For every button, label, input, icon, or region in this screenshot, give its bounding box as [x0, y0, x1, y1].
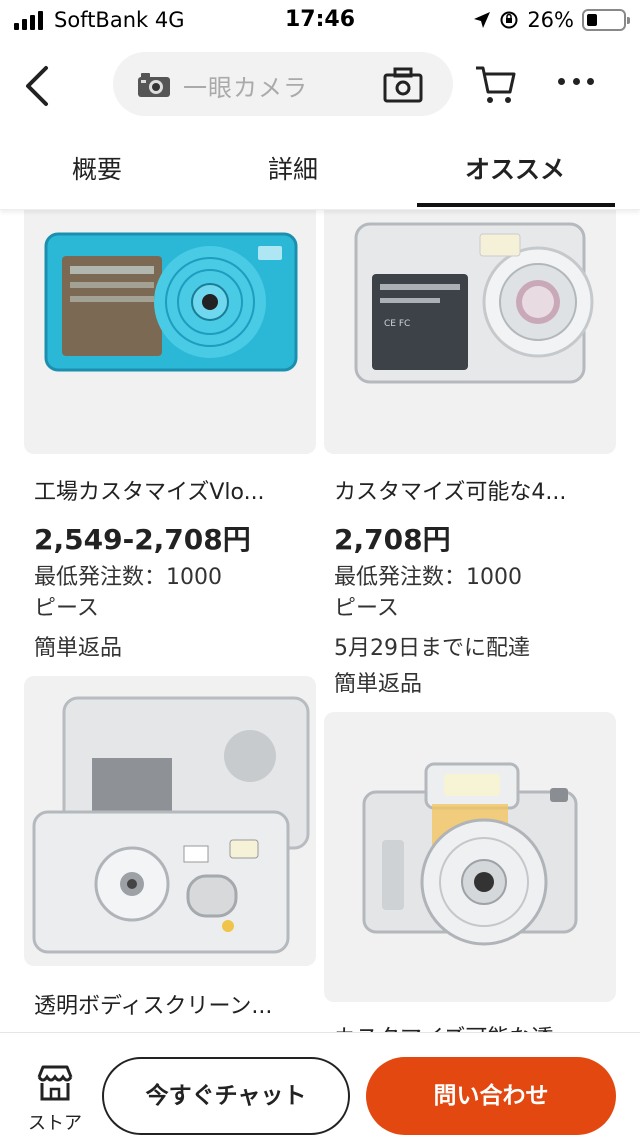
back-icon [26, 66, 48, 106]
camera-icon [138, 73, 170, 97]
section-tabs: 概要 詳細 オススメ [0, 128, 640, 210]
inquiry-button[interactable]: 問い合わせ [366, 1057, 616, 1135]
product-image[interactable] [24, 210, 316, 454]
store-icon [37, 1065, 73, 1101]
more-icon [558, 78, 565, 85]
active-tab-indicator [417, 203, 615, 207]
product-image[interactable] [324, 712, 616, 1002]
chat-now-button[interactable]: 今すぐチャット [102, 1057, 350, 1135]
product-moq: 最低発注数：1000 ピース [334, 565, 522, 621]
image-search-button[interactable] [383, 67, 423, 103]
tab-recommended[interactable]: オススメ [465, 150, 565, 186]
more-button[interactable] [558, 78, 594, 88]
teal-camera-image [44, 232, 298, 372]
battery-icon [582, 9, 630, 31]
back-button[interactable] [18, 62, 58, 110]
product-title[interactable]: カスタマイズ可能な透... [334, 1020, 574, 1032]
cart-button[interactable] [474, 62, 518, 106]
product-price: 2,549-2,708円 [34, 523, 251, 556]
clear-disposable-camera-image [32, 696, 310, 954]
top-nav: 一眼カメラ [0, 48, 640, 124]
battery-percent: 26% [527, 8, 574, 32]
product-moq: 最低発注数：1000 ピース [34, 565, 222, 621]
recommended-products: 工場カスタマイズVlo... 2,549-2,708円 最低発注数：1000 ピ… [0, 210, 640, 1032]
clear-camera-image: CE FC [354, 222, 594, 384]
product-image[interactable] [24, 676, 316, 966]
product-card[interactable]: CE FC カスタマイズ可能な4... 2,708円 最低発注数：1000 ピー… [320, 210, 640, 706]
product-title[interactable]: 工場カスタマイズVlo... [34, 474, 265, 506]
product-title[interactable]: カスタマイズ可能な4... [334, 474, 566, 506]
status-bar: SoftBank 4G 17:46 26% [0, 0, 640, 42]
store-label: ストア [28, 1113, 82, 1134]
svg-text:CE FC: CE FC [384, 319, 410, 329]
easy-return-label: 簡単返品 [34, 636, 123, 661]
delivery-label: 5月29日までに配達 [334, 636, 530, 661]
product-card[interactable]: 透明ボディスクリーン... [0, 676, 320, 1032]
product-image[interactable]: CE FC [324, 210, 616, 454]
easy-return-label: 簡単返品 [334, 672, 423, 697]
image-search-icon [383, 67, 423, 103]
tab-overview[interactable]: 概要 [72, 150, 122, 186]
product-title[interactable]: 透明ボディスクリーン... [34, 988, 272, 1020]
search-input[interactable]: 一眼カメラ [113, 52, 453, 116]
rotation-lock-icon [500, 11, 518, 29]
store-button[interactable]: ストア [22, 1063, 88, 1135]
clear-instant-camera-image [362, 762, 578, 946]
location-icon [474, 12, 491, 28]
product-price: 2,708円 [334, 523, 451, 556]
bottom-action-bar: ストア 今すぐチャット 問い合わせ [0, 1032, 640, 1136]
product-card[interactable]: 工場カスタマイズVlo... 2,549-2,708円 最低発注数：1000 ピ… [0, 210, 320, 670]
product-card[interactable]: カスタマイズ可能な透... [320, 712, 640, 1032]
tab-details[interactable]: 詳細 [268, 150, 318, 186]
search-placeholder: 一眼カメラ [183, 74, 308, 102]
cart-icon [476, 66, 516, 103]
